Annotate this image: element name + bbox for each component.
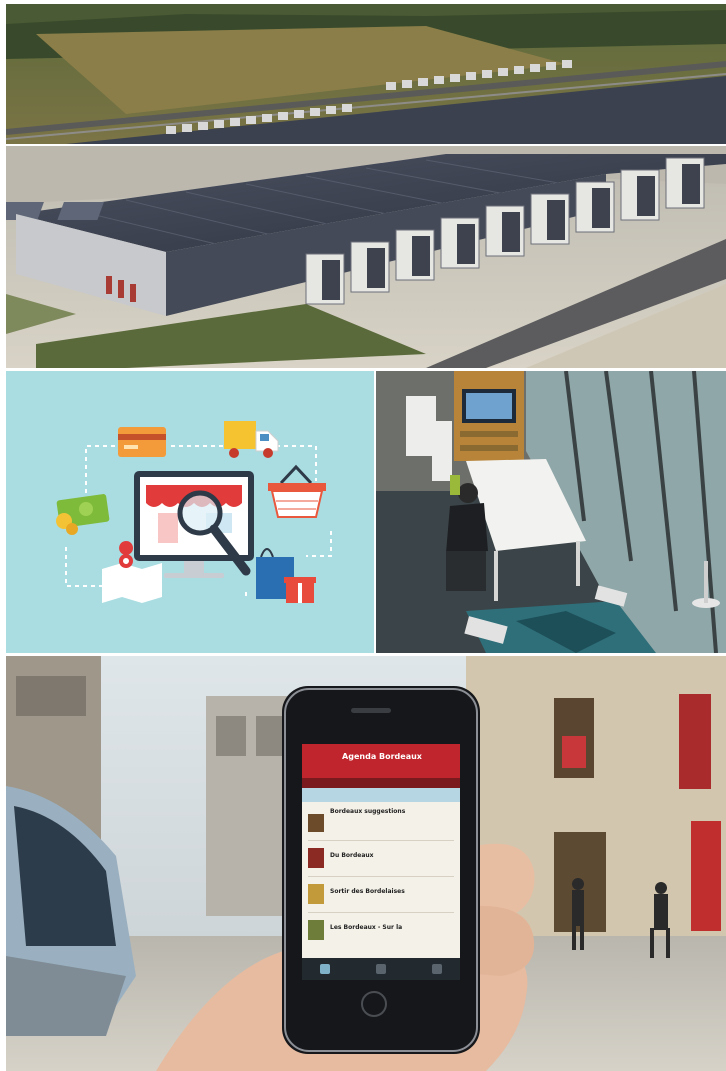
tab-icon-2[interactable]: [376, 964, 386, 974]
coworking-office-photo: [376, 371, 726, 653]
phone-app-screen: Agenda Bordeaux Bordeaux suggestions Du …: [302, 744, 460, 980]
app-list-row-2[interactable]: Du Bordeaux: [308, 842, 454, 877]
app-tab-bar: [302, 958, 460, 980]
app-list-row-thumb-3: [308, 884, 324, 904]
app-list-row-text-2: Du Bordeaux: [330, 852, 374, 859]
tab-icon-1[interactable]: [320, 964, 330, 974]
office-scene: [376, 371, 726, 653]
app-list-row-thumb-2: [308, 848, 324, 868]
credit-card-icon: [118, 427, 166, 457]
datacenter-scene: [6, 4, 726, 368]
app-list-row-text-3: Sortir des Bordelaises: [330, 888, 405, 895]
app-list-row-1[interactable]: Bordeaux suggestions: [308, 806, 454, 841]
app-list-row-text-1: Bordeaux suggestions: [330, 808, 406, 815]
smartphone-street-photo: Agenda Bordeaux Bordeaux suggestions Du …: [6, 656, 726, 1071]
ecommerce-illustration: [6, 371, 374, 653]
tab-icon-3[interactable]: [432, 964, 442, 974]
ecommerce-scene: [6, 371, 374, 653]
gift-box-icon: [284, 577, 316, 603]
app-list-row-thumb-4: [308, 920, 324, 940]
app-list-row-4[interactable]: Les Bordeaux - Sur la: [308, 914, 454, 948]
aerial-datacenter-photo: [6, 4, 726, 368]
app-list-row-3[interactable]: Sortir des Bordelaises: [308, 878, 454, 913]
app-list-row-text-4: Les Bordeaux - Sur la: [330, 924, 403, 931]
app-list-row-thumb-1: [308, 814, 324, 832]
app-title: Agenda Bordeaux: [342, 752, 422, 761]
